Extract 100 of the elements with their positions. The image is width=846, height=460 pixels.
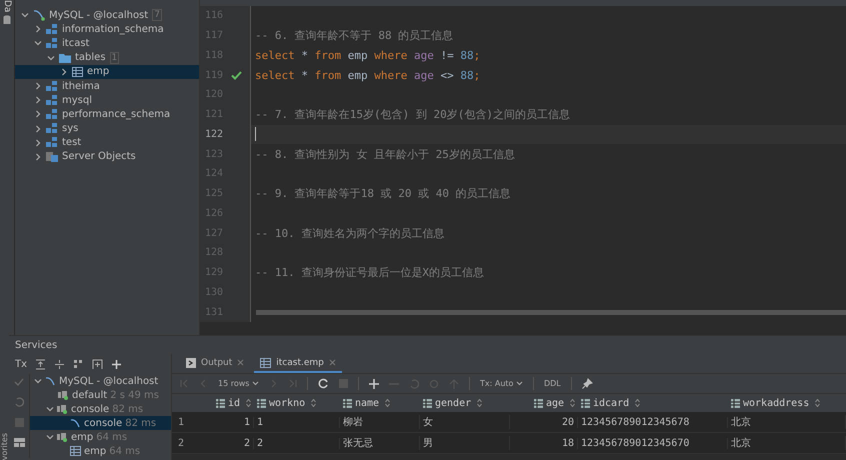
chevron-down-icon[interactable]	[46, 405, 54, 413]
database-icon[interactable]	[3, 15, 11, 26]
column-header[interactable]: gender	[435, 398, 472, 408]
item-count: 1	[110, 52, 120, 64]
tree-item[interactable]: test	[15, 136, 199, 150]
tree-item[interactable]: information_schema	[15, 22, 199, 36]
code-comment: -- 10. 查询姓名为两个字的员工信息	[255, 226, 444, 241]
schema-icon	[46, 108, 58, 120]
code-comment: -- 7. 查询年龄在15岁(包含) 到 20岁(包含)之间的员工信息	[255, 107, 570, 122]
session-icon	[58, 390, 69, 400]
expand-all-icon[interactable]	[35, 358, 46, 370]
chevron-right-icon[interactable]	[34, 152, 42, 161]
chevron-right-icon[interactable]	[60, 68, 68, 76]
check-icon[interactable]	[14, 378, 24, 386]
tree-item[interactable]: performance_schema	[15, 107, 199, 122]
service-item[interactable]: emp 64 ms	[30, 444, 171, 458]
close-icon[interactable]	[237, 359, 244, 366]
table-cell: 北京	[728, 415, 846, 429]
service-item[interactable]: emp 64 ms	[30, 430, 171, 444]
tree-item[interactable]: emp	[15, 64, 199, 79]
schema-icon	[46, 137, 58, 148]
service-item[interactable]: console 82 ms	[30, 402, 171, 416]
chevron-down-icon[interactable]	[46, 433, 54, 441]
table-cell: 2	[254, 438, 340, 448]
table-cell: 1	[254, 416, 340, 428]
ddl-button[interactable]: DDL	[544, 379, 561, 388]
elapsed-time: 64 ms	[109, 446, 140, 456]
column-header[interactable]: workaddress	[743, 398, 810, 408]
column-icon	[534, 398, 543, 408]
sort-icon[interactable]	[635, 399, 640, 407]
sort-icon[interactable]	[311, 399, 316, 407]
close-icon[interactable]	[328, 359, 336, 366]
chevron-down-icon[interactable]	[34, 377, 42, 385]
service-item[interactable]: default 2 s 49 ms	[30, 388, 171, 402]
elapsed-time: 82 ms	[125, 418, 156, 428]
column-icon	[257, 398, 266, 408]
sort-icon[interactable]	[815, 399, 820, 407]
elapsed-time: 64 ms	[96, 432, 128, 442]
chevron-right-icon[interactable]	[34, 82, 42, 90]
schema-icon	[46, 80, 58, 92]
code-comment: -- 11. 查询身份证号最后一位是X的员工信息	[255, 265, 484, 280]
service-item[interactable]: MySQL - @localhost	[30, 374, 171, 388]
table-cell: 2	[212, 438, 254, 448]
pin-icon[interactable]	[582, 378, 593, 389]
transaction-mode-dropdown[interactable]: Tx: Auto	[480, 379, 523, 388]
tree-item[interactable]: sys	[15, 122, 199, 136]
text-caret	[255, 127, 256, 142]
sort-icon[interactable]	[477, 399, 482, 407]
table-cell: 123456789012345678	[578, 416, 728, 428]
transaction-button[interactable]: Tx	[15, 358, 28, 370]
sort-icon[interactable]	[385, 399, 390, 407]
tree-item[interactable]: itheima	[15, 78, 199, 94]
group-icon[interactable]	[73, 358, 84, 370]
column-icon	[423, 398, 432, 408]
sort-icon[interactable]	[246, 399, 251, 407]
column-header[interactable]: workno	[269, 398, 306, 408]
sql-statement: select * from emp where age <> 88;	[255, 68, 480, 82]
table-cell: 18	[510, 438, 578, 448]
add-service-icon[interactable]	[92, 358, 104, 370]
chevron-right-icon[interactable]	[34, 124, 42, 133]
column-icon	[581, 398, 590, 408]
chevron-down-icon[interactable]	[47, 54, 55, 62]
chevron-right-icon[interactable]	[34, 110, 42, 118]
chevron-right-icon[interactable]	[34, 25, 42, 34]
connection-icon	[45, 376, 56, 386]
database-tab-label[interactable]: Da	[2, 0, 12, 12]
table-cell: 柳岩	[340, 415, 420, 429]
row-number: 1	[177, 416, 186, 428]
layout-icon[interactable]	[14, 438, 24, 447]
horizontal-scrollbar[interactable]	[256, 310, 846, 315]
column-header[interactable]: idcard	[593, 398, 630, 408]
chevron-down-icon[interactable]	[21, 11, 29, 20]
tab[interactable]: Output	[180, 354, 250, 373]
code-comment: -- 9. 查询年龄等于18 或 20 或 40 的员工信息	[255, 186, 511, 202]
service-item[interactable]: console 82 ms	[30, 416, 171, 430]
column-header[interactable]: name	[355, 398, 380, 408]
chevron-down-icon[interactable]	[34, 39, 42, 48]
code-comment: -- 8. 查询性别为 女 且年龄小于 25岁的员工信息	[255, 146, 515, 162]
collapse-all-icon[interactable]	[54, 358, 66, 370]
column-header[interactable]: age	[546, 398, 564, 408]
check-icon	[231, 70, 242, 80]
add-row-icon[interactable]	[368, 378, 379, 388]
table-cell: 123456789012345670	[578, 438, 728, 448]
schema-icon	[46, 94, 58, 106]
tree-item[interactable]: MySQL - @localhost 7	[15, 8, 199, 22]
column-header[interactable]: id	[228, 398, 240, 408]
tree-item[interactable]: itcast	[15, 36, 199, 51]
column-icon	[343, 398, 352, 408]
sort-icon[interactable]	[570, 399, 575, 407]
chevron-right-icon[interactable]	[34, 138, 42, 147]
sql-statement: select * from emp where age != 88;	[255, 48, 480, 62]
tab[interactable]: itcast.emp	[254, 354, 342, 373]
chevron-right-icon[interactable]	[34, 96, 42, 104]
plus-icon[interactable]	[111, 358, 122, 370]
tree-item[interactable]: Server Objects	[15, 150, 199, 164]
refresh-icon[interactable]	[318, 378, 329, 389]
tree-item[interactable]: tables 1	[15, 50, 199, 65]
session-icon	[57, 404, 68, 414]
tree-item[interactable]: mysql	[15, 93, 199, 108]
rows-dropdown[interactable]: 15 rows	[218, 379, 259, 388]
